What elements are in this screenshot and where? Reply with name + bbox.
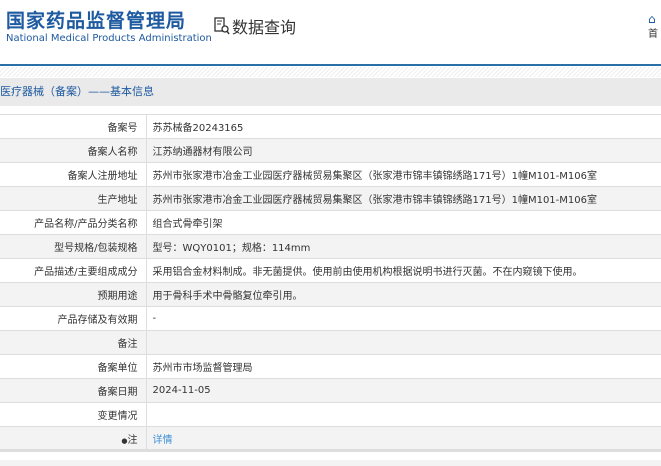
row-label: 型号规格/包装规格 bbox=[0, 234, 147, 259]
row-value: 用于骨科手术中骨骼复位牵引用。 bbox=[146, 282, 661, 307]
row-value-text: 江苏纳通器材有限公司 bbox=[152, 147, 253, 158]
table-row: 备案单位 苏州市市场监督管理局 bbox=[0, 354, 661, 379]
table-row: 备案人名称 江苏纳通器材有限公司 bbox=[0, 138, 661, 163]
row-label: 预期用途 bbox=[0, 282, 147, 307]
row-label-text: 备注 bbox=[117, 339, 138, 350]
row-label: 备案日期 bbox=[0, 378, 147, 403]
table-row: 备案日期 2024-11-05 bbox=[0, 378, 661, 403]
row-label-text: 备案号 bbox=[107, 123, 138, 134]
row-value: 详情 bbox=[146, 426, 661, 452]
data-query-label: 数据查询 bbox=[232, 18, 297, 37]
row-value: 采用铝合金材料制成。非无菌提供。使用前由使用机构根据说明书进行灭菌。不在内窥镜下… bbox=[146, 258, 661, 283]
row-value: 2024-11-05 bbox=[146, 378, 661, 403]
row-label: 产品名称/产品分类名称 bbox=[0, 210, 147, 235]
row-label: 生产地址 bbox=[0, 186, 147, 211]
table-row: 产品名称/产品分类名称 组合式骨牵引架 bbox=[0, 210, 661, 235]
row-label-text: 备案单位 bbox=[97, 363, 138, 374]
row-value-text: 2024-11-05 bbox=[152, 385, 211, 396]
row-label-text: 备案日期 bbox=[97, 387, 138, 398]
row-label: 备注 bbox=[0, 330, 147, 355]
site-title[interactable]: 国家药品监督管理局 bbox=[6, 6, 186, 33]
row-value: - bbox=[146, 306, 661, 331]
home-icon: ⌂ bbox=[648, 12, 656, 26]
row-value: 苏苏械备20243165 bbox=[146, 114, 661, 139]
row-value bbox=[146, 330, 661, 355]
row-label-text: 产品存储及有效期 bbox=[57, 315, 138, 326]
details-link[interactable]: 详情 bbox=[153, 435, 173, 446]
breadcrumb: 医疗器械（备案）——基本信息 bbox=[0, 78, 661, 106]
data-query-heading: 数据查询 bbox=[214, 14, 296, 38]
row-label: 备案人注册地址 bbox=[0, 162, 147, 187]
row-label: 产品描述/主要组成成分 bbox=[0, 258, 147, 283]
row-value-text: - bbox=[152, 313, 157, 324]
row-value: 苏州市张家港市冶金工业园医疗器械贸易集聚区（张家港市锦丰镇锦绣路171号）1幢M… bbox=[146, 162, 661, 187]
table-row: 预期用途 用于骨科手术中骨骼复位牵引用。 bbox=[0, 282, 661, 307]
table-row: 产品存储及有效期 - bbox=[0, 306, 661, 331]
row-label-text: 产品描述/主要组成成分 bbox=[34, 267, 138, 278]
row-value: 型号：WQY0101；规格：114mm bbox=[146, 234, 661, 259]
table-row: 备案号 苏苏械备20243165 bbox=[0, 114, 661, 139]
row-label-text: 型号规格/包装规格 bbox=[54, 243, 138, 254]
row-label: 备案人名称 bbox=[0, 138, 147, 163]
row-value: 苏州市市场监督管理局 bbox=[146, 354, 661, 379]
row-label-text: 变更情况 bbox=[97, 411, 138, 422]
table-row: 型号规格/包装规格 型号：WQY0101；规格：114mm bbox=[0, 234, 661, 259]
row-value: 组合式骨牵引架 bbox=[146, 210, 661, 235]
row-value-text: 苏州市张家港市冶金工业园医疗器械贸易集聚区（张家港市锦丰镇锦绣路171号）1幢M… bbox=[152, 171, 598, 182]
row-label: ●注 bbox=[0, 426, 147, 452]
row-value-text: 苏州市市场监督管理局 bbox=[152, 363, 253, 374]
divider bbox=[0, 67, 661, 77]
row-value-text: 采用铝合金材料制成。非无菌提供。使用前由使用机构根据说明书进行灭菌。不在内窥镜下… bbox=[152, 267, 583, 278]
table-row: 产品描述/主要组成成分 采用铝合金材料制成。非无菌提供。使用前由使用机构根据说明书… bbox=[0, 258, 661, 283]
table-row: 变更情况 bbox=[0, 402, 661, 427]
row-label-text: 注 bbox=[127, 434, 138, 446]
row-value-text: 苏州市张家港市冶金工业园医疗器械贸易集聚区（张家港市锦丰镇锦绣路171号）1幢M… bbox=[152, 195, 598, 206]
row-value bbox=[146, 402, 661, 427]
row-label: 备案号 bbox=[0, 114, 147, 139]
table-row: 备案人注册地址 苏州市张家港市冶金工业园医疗器械贸易集聚区（张家港市锦丰镇锦绣路1… bbox=[0, 162, 661, 187]
row-label: 变更情况 bbox=[0, 402, 147, 427]
table-row: 生产地址 苏州市张家港市冶金工业园医疗器械贸易集聚区（张家港市锦丰镇锦绣路171号… bbox=[0, 186, 661, 211]
footer-band bbox=[0, 460, 661, 466]
row-label: 产品存储及有效期 bbox=[0, 306, 147, 331]
table-row: ●注 详情 bbox=[0, 426, 661, 452]
site-subtitle: National Medical Products Administration bbox=[6, 33, 212, 44]
home-label: 首 bbox=[648, 28, 658, 40]
row-value-text: 组合式骨牵引架 bbox=[152, 219, 223, 230]
table-row: 备注 bbox=[0, 330, 661, 355]
row-value-text: 型号：WQY0101；规格：114mm bbox=[152, 243, 311, 254]
info-table: 备案号 苏苏械备20243165 备案人名称 江苏纳通器材有限公司 备案人注册地址 苏州市… bbox=[0, 114, 661, 452]
row-label-text: 预期用途 bbox=[97, 291, 138, 302]
row-label-text: 生产地址 bbox=[97, 195, 138, 206]
site-header: 国家药品监督管理局 National Medical Products Admi… bbox=[0, 0, 661, 66]
row-label-text: 产品名称/产品分类名称 bbox=[34, 219, 138, 230]
row-label-text: 备案人注册地址 bbox=[67, 171, 138, 182]
row-label-text: 备案人名称 bbox=[87, 147, 138, 158]
document-search-icon bbox=[214, 17, 230, 35]
row-value: 苏州市张家港市冶金工业园医疗器械贸易集聚区（张家港市锦丰镇锦绣路171号）1幢M… bbox=[146, 186, 661, 211]
row-value-text: 用于骨科手术中骨骼复位牵引用。 bbox=[152, 291, 303, 302]
row-label: 备案单位 bbox=[0, 354, 147, 379]
row-value-text: 苏苏械备20243165 bbox=[152, 123, 244, 134]
home-link[interactable]: ⌂ 首 bbox=[648, 12, 658, 41]
row-value: 江苏纳通器材有限公司 bbox=[146, 138, 661, 163]
